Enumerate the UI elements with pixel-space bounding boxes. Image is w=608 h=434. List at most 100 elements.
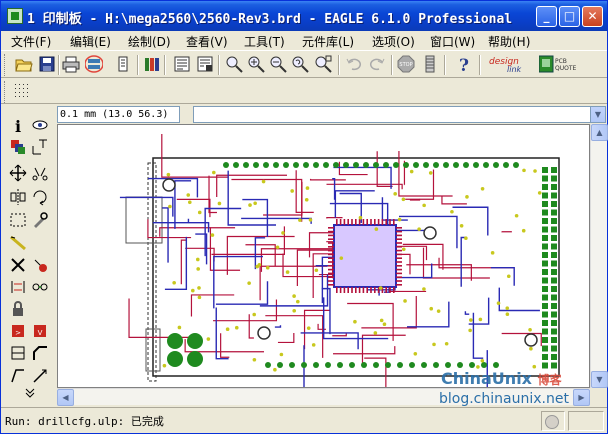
zoom-select-icon[interactable] [314,55,332,73]
watermark-brand-text: ChinaUnix [441,369,532,388]
top-trace [295,170,314,214]
menu-window[interactable]: 窗口(W) [430,33,475,50]
maximize-button[interactable]: □ [559,6,580,27]
title-bar[interactable]: 1 印制板 - H:\mega2560\2560-Rev3.brd - EAGL… [1,1,607,31]
route-icon[interactable] [31,366,49,384]
redo-icon[interactable] [368,55,386,73]
via [196,267,200,271]
open-icon[interactable] [15,55,33,73]
close-button[interactable]: ✕ [582,6,603,27]
value-icon[interactable]: V [31,322,49,340]
command-line-input[interactable]: ▼ [193,106,606,123]
mcu-pin [396,227,402,229]
mirror-icon[interactable] [9,188,27,206]
mcu-pin [396,257,402,259]
change-icon[interactable] [31,211,49,229]
stop-icon[interactable]: STOP [397,55,415,73]
run-ulp-icon[interactable] [196,55,214,73]
bottom-trace [407,301,450,328]
copy-icon[interactable] [31,164,49,182]
via [311,343,316,347]
miter-icon[interactable] [31,344,49,362]
bottom-trace [300,332,359,350]
toolbar-separator [391,55,393,75]
add-part-icon[interactable] [31,256,49,274]
info-icon[interactable]: i [9,116,27,134]
help-icon[interactable]: ? [455,55,473,73]
via [514,213,519,218]
via [393,192,397,196]
eagle-app-icon[interactable] [7,8,23,24]
mcu-pin [355,219,357,225]
group-icon[interactable] [9,211,27,229]
paste-icon[interactable] [9,234,27,252]
header-pad [413,162,419,168]
mark-icon[interactable] [31,138,49,156]
scroll-up-button[interactable]: ▲ [591,124,608,141]
mcu-pin [343,287,346,293]
wire-icon[interactable] [9,366,27,384]
command-history-dropdown[interactable]: ▼ [590,107,605,122]
menu-file[interactable]: 文件(F) [11,33,51,50]
display-layers-icon[interactable] [9,138,27,156]
print-icon[interactable] [62,55,80,73]
minimize-button[interactable]: _ [536,6,557,27]
split-icon[interactable] [9,344,27,362]
bottom-trace [460,236,467,287]
rotate-icon[interactable] [31,188,49,206]
move-icon[interactable] [9,164,27,182]
top-trace [441,196,467,205]
toolbar-grip[interactable] [4,81,7,103]
menu-options[interactable]: 选项(O) [372,33,415,50]
board-schematic-switch-icon[interactable] [114,55,132,73]
cam-processor-icon[interactable] [85,55,103,73]
via [296,299,300,304]
via [505,312,510,317]
pcb-quote-icon[interactable]: PCB QUOTE [539,55,579,73]
header-pad [373,362,379,368]
top-trace [220,333,230,358]
lock-icon[interactable] [9,300,27,318]
via [378,286,383,290]
via [212,170,216,175]
smash-icon[interactable]: > [9,322,27,340]
menu-edit[interactable]: 编辑(E) [70,33,111,50]
delete-icon[interactable] [9,256,27,274]
scroll-left-button[interactable]: ◀ [57,389,74,406]
zoom-redraw-icon[interactable] [291,55,309,73]
zoom-fit-icon[interactable] [225,55,243,73]
replace-icon[interactable] [31,278,49,296]
mcu-pin [370,287,372,293]
header-pad [273,162,279,168]
via [532,364,537,369]
header-pad [551,192,557,199]
library-icon[interactable] [143,55,161,73]
show-eye-icon[interactable] [31,116,49,134]
header-pad [325,362,331,368]
menu-help[interactable]: 帮助(H) [488,33,530,50]
go-icon[interactable] [421,55,439,73]
menu-draw[interactable]: 绘制(D) [128,33,171,50]
undo-icon[interactable] [345,55,363,73]
header-pad [483,162,489,168]
menu-library[interactable]: 元件库(L) [302,33,354,50]
scroll-right-button[interactable]: ▶ [573,389,590,406]
vertical-scrollbar[interactable]: ▲ ▼ [590,124,608,388]
toolbar-grip[interactable] [4,54,7,76]
pcb-board-drawing[interactable] [58,125,590,388]
menu-tools[interactable]: 工具(T) [244,33,285,50]
grid-icon[interactable] [13,82,31,100]
zoom-out-icon[interactable] [269,55,287,73]
pinswap-icon[interactable] [9,278,27,296]
save-icon[interactable] [38,55,56,73]
designlink-icon[interactable]: design link [487,55,531,73]
more-tools-chevron-icon[interactable] [21,388,39,398]
script-icon[interactable] [173,55,191,73]
header-pad [383,162,389,168]
zoom-in-icon[interactable] [247,55,265,73]
menu-view[interactable]: 查看(V) [186,33,228,50]
scroll-down-button[interactable]: ▼ [591,371,608,388]
via [255,264,260,269]
board-canvas[interactable] [57,124,590,388]
header-pad [513,162,519,168]
